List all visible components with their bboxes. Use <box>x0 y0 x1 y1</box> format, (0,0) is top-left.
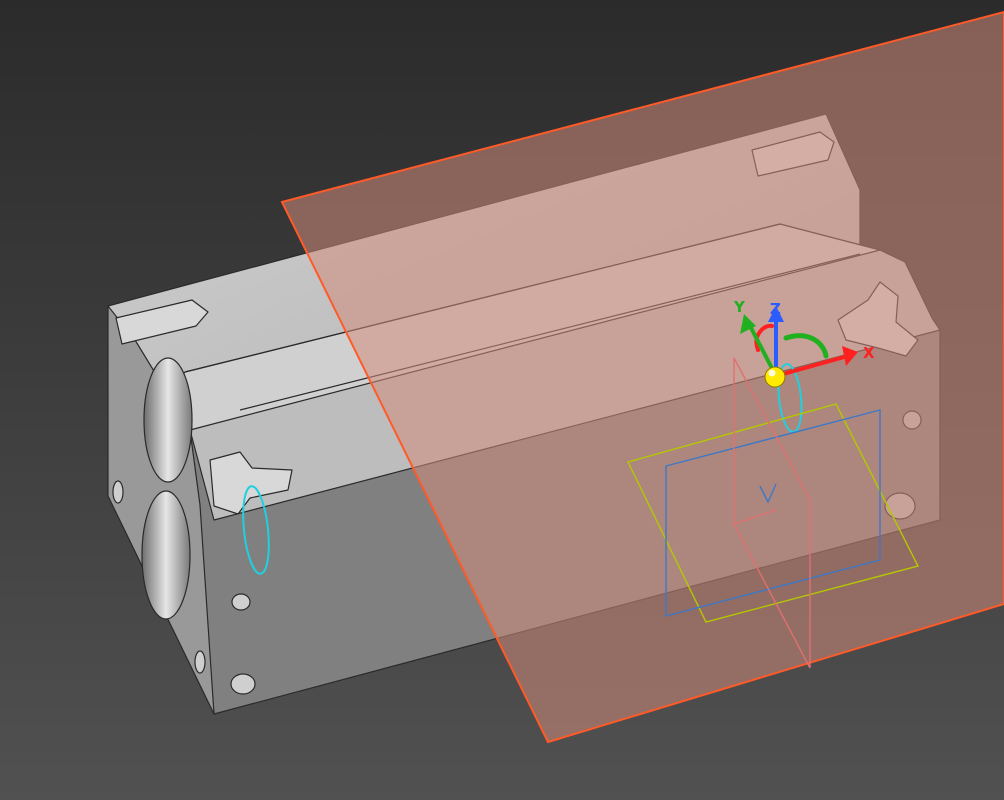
end-hole-1[interactable] <box>231 593 251 611</box>
front-hole-small-1[interactable] <box>112 480 124 504</box>
end-hole-2[interactable] <box>230 673 256 695</box>
cad-3d-viewport[interactable]: V X Y Z <box>0 0 1004 800</box>
scene-canvas[interactable]: V X Y Z <box>0 0 1004 800</box>
front-bore-upper[interactable] <box>143 357 193 483</box>
front-bore-lower[interactable] <box>141 490 191 620</box>
z-axis-label: Z <box>770 300 781 318</box>
sphere-icon[interactable] <box>764 366 786 388</box>
y-axis-label: Y <box>733 298 746 316</box>
front-hole-small-2[interactable] <box>194 650 206 674</box>
sphere-highlight <box>768 369 776 377</box>
x-axis-label: X <box>863 344 875 362</box>
